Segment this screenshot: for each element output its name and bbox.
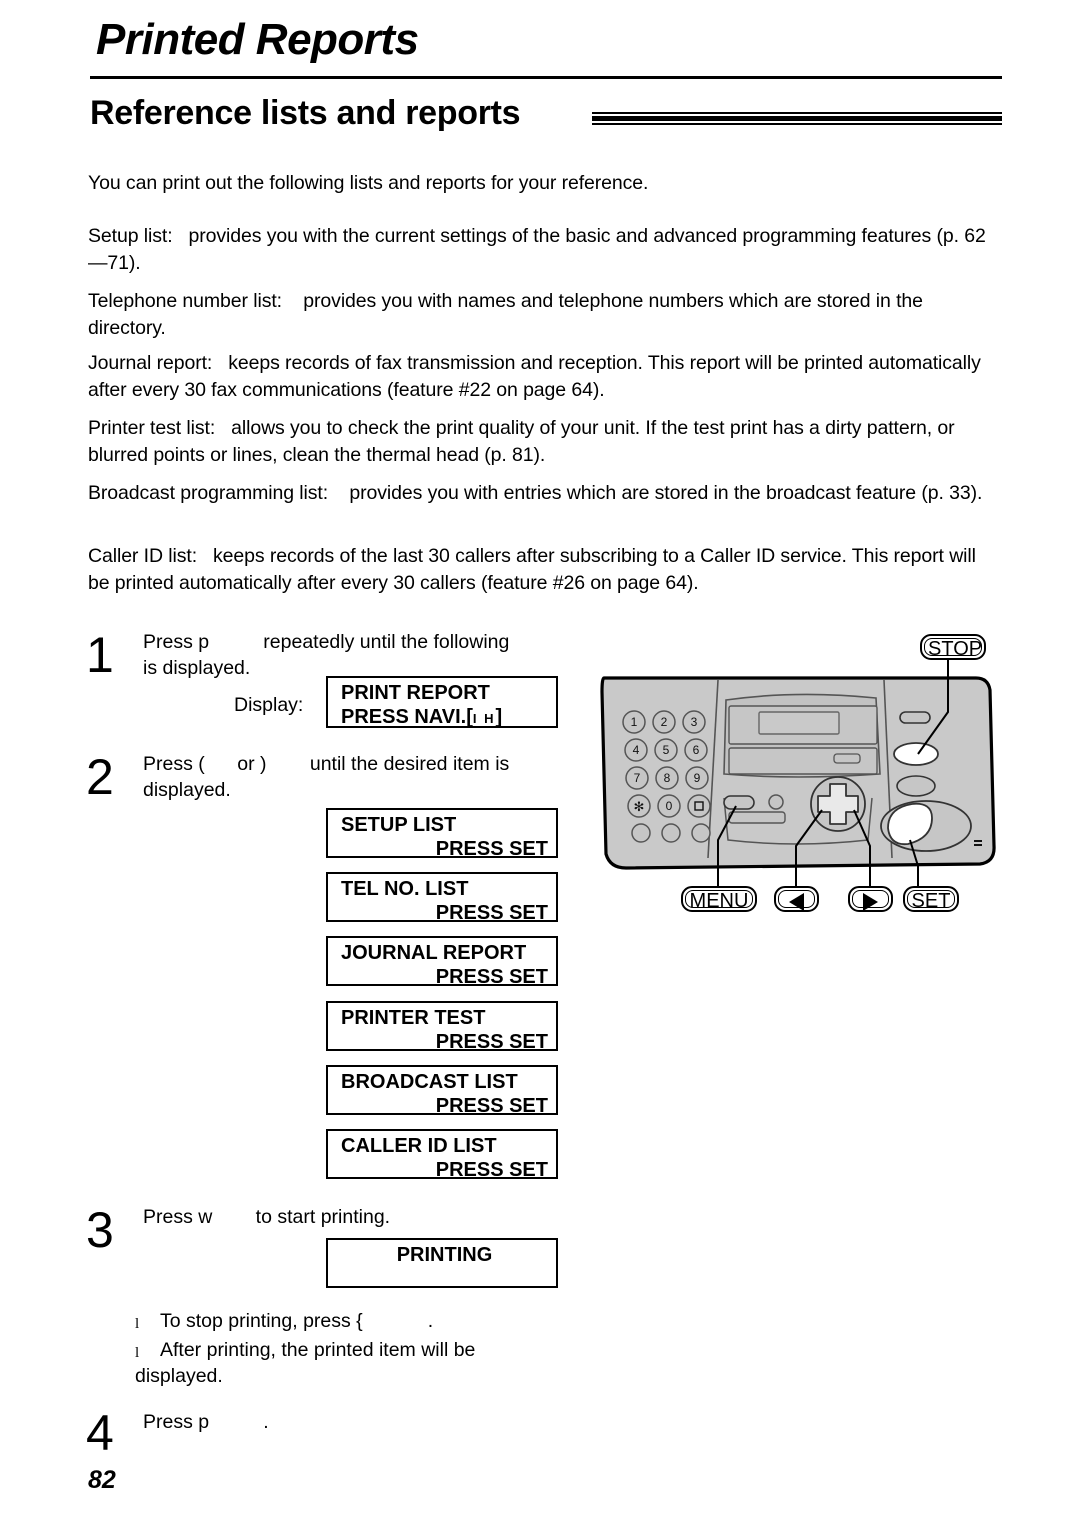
note-text: After printing, the printed item will be… (135, 1339, 476, 1387)
cover-latch (833, 753, 861, 764)
lcd-line-1: JOURNAL REPORT (341, 942, 527, 964)
bullet-icon: l (135, 1345, 140, 1361)
intro-paragraph: You can print out the following lists an… (88, 172, 649, 194)
step-text-3: Press w to start printing. (143, 1206, 391, 1228)
chapter-title: Printed Reports (96, 15, 419, 64)
keypad-key-8[interactable]: 8 (664, 771, 671, 785)
lcd-caller-id-list: CALLER ID LIST PRESS SET (326, 1129, 558, 1181)
description-label: Setup list: (88, 225, 173, 247)
lcd-line-1: PRINTING (396, 1244, 493, 1266)
tray-slot (728, 811, 786, 824)
description-caller-id-list: Caller ID list: keeps records of the las… (88, 543, 993, 597)
lcd-line-1: PRINT REPORT (341, 682, 490, 704)
description-broadcast-programming-list: Broadcast programming list: provides you… (88, 480, 988, 507)
step-text-1: Press p repeatedly until the following i… (143, 631, 510, 679)
title-divider (90, 76, 1002, 79)
callout-menu[interactable]: MENU (681, 886, 757, 912)
keypad-key-2[interactable]: 2 (661, 715, 668, 729)
menu-button[interactable] (723, 795, 755, 810)
arrow-right-icon (863, 892, 878, 911)
step-number-3: 3 (86, 1202, 114, 1258)
note-after-printing: l After printing, the printed item will … (135, 1337, 555, 1389)
keypad-key-6[interactable]: 6 (693, 743, 700, 757)
step-text-2: Press ( or ) until the desired item is d… (143, 753, 510, 801)
description-telephone-number-list: Telephone number list: provides you with… (88, 288, 988, 342)
callout-set[interactable]: SET (903, 886, 959, 912)
fax-control-panel-diagram: 1 2 3 4 5 6 7 8 9 ✻ 0 STOP MENU SET (596, 634, 996, 924)
callout-menu-label: MENU (689, 890, 749, 912)
callout-right-arrow[interactable] (848, 886, 893, 912)
step-number-1: 1 (86, 627, 114, 683)
callout-set-label: SET (911, 890, 951, 912)
keypad-key-9[interactable]: 9 (694, 771, 701, 785)
lcd-line-2: PRESS SET (435, 966, 548, 988)
keypad-key-5[interactable]: 5 (663, 743, 670, 757)
lcd-screen (758, 711, 840, 735)
lcd-line-2: PRESS SET (435, 1159, 548, 1181)
keypad-key-0[interactable]: 0 (666, 799, 673, 813)
lcd-tel-no-list: TEL NO. LIST PRESS SET (326, 872, 558, 924)
indicator-light (768, 794, 784, 810)
lcd-broadcast-list: BROADCAST LIST PRESS SET (326, 1065, 558, 1117)
description-label: Broadcast programming list: (88, 482, 329, 504)
lcd-line-1: TEL NO. LIST (341, 878, 469, 900)
lcd-line-1: PRINTER TEST (341, 1007, 486, 1029)
function-button-mid[interactable] (896, 775, 936, 797)
section-title: Reference lists and reports (90, 94, 521, 132)
lcd-line-2: PRESS NAVI.[I H] (341, 705, 548, 731)
step-text-4: Press p . (143, 1411, 269, 1433)
function-button-top[interactable] (899, 711, 931, 724)
lcd-line-1: CALLER ID LIST (341, 1135, 497, 1157)
description-body: provides you with entries which are stor… (349, 482, 983, 504)
lcd-line-1: SETUP LIST (341, 814, 457, 836)
lcd-line-2: PRESS SET (435, 902, 548, 924)
control-panel-illustration: 1 2 3 4 5 6 7 8 9 ✻ 0 (600, 656, 996, 890)
keypad-key-4[interactable]: 4 (633, 743, 640, 757)
lcd-line-2: PRESS SET (435, 1095, 548, 1117)
description-label: Journal report: (88, 352, 213, 374)
callout-left-arrow[interactable] (774, 886, 819, 912)
lcd-line-2: PRESS SET (435, 1031, 548, 1053)
note-stop-printing: l To stop printing, press { . (135, 1308, 555, 1334)
lcd-setup-list: SETUP LIST PRESS SET (326, 808, 558, 860)
step-number-2: 2 (86, 749, 114, 805)
description-setup-list: Setup list: provides you with the curren… (88, 223, 988, 277)
description-body: provides you with the current settings o… (88, 225, 986, 274)
step-number-4: 4 (86, 1405, 114, 1461)
callout-stop-label: STOP (928, 638, 983, 660)
page-number: 82 (88, 1466, 116, 1494)
lcd-navi-arrows: I H (472, 711, 496, 726)
stop-button[interactable] (893, 742, 939, 766)
bullet-icon: l (135, 1316, 140, 1332)
keypad-key-3[interactable]: 3 (691, 715, 698, 729)
lcd-line-2-end: ] (495, 706, 503, 728)
description-label: Caller ID list: (88, 545, 198, 567)
keypad-key-asterisk[interactable]: ✻ (634, 799, 645, 814)
description-printer-test-list: Printer test list: allows you to check t… (88, 415, 988, 469)
lcd-journal-report: JOURNAL REPORT PRESS SET (326, 936, 558, 988)
description-label: Printer test list: (88, 417, 216, 439)
description-body: keeps records of the last 30 callers aft… (88, 545, 976, 594)
section-decoration-rules (592, 112, 1002, 125)
description-journal-report: Journal report: keeps records of fax tra… (88, 350, 988, 404)
lcd-print-report: PRINT REPORT PRESS NAVI.[I H] (326, 676, 558, 728)
callout-stop[interactable]: STOP (920, 634, 986, 660)
lcd-line-1: BROADCAST LIST (341, 1071, 518, 1093)
keypad-key-7[interactable]: 7 (634, 771, 641, 785)
description-label: Telephone number list: (88, 290, 282, 312)
lcd-printer-test: PRINTER TEST PRESS SET (326, 1001, 558, 1053)
note-text: To stop printing, press { . (160, 1310, 434, 1332)
arrow-left-icon (789, 892, 804, 911)
lcd-line-2: PRESS SET (435, 838, 548, 860)
display-label: Display: (234, 694, 304, 716)
lcd-line-2-main: PRESS NAVI.[ (341, 706, 473, 728)
keypad-key-1[interactable]: 1 (631, 715, 638, 729)
manual-page: Printed Reports Reference lists and repo… (0, 0, 1080, 1526)
lcd-printing: PRINTING (326, 1238, 558, 1288)
